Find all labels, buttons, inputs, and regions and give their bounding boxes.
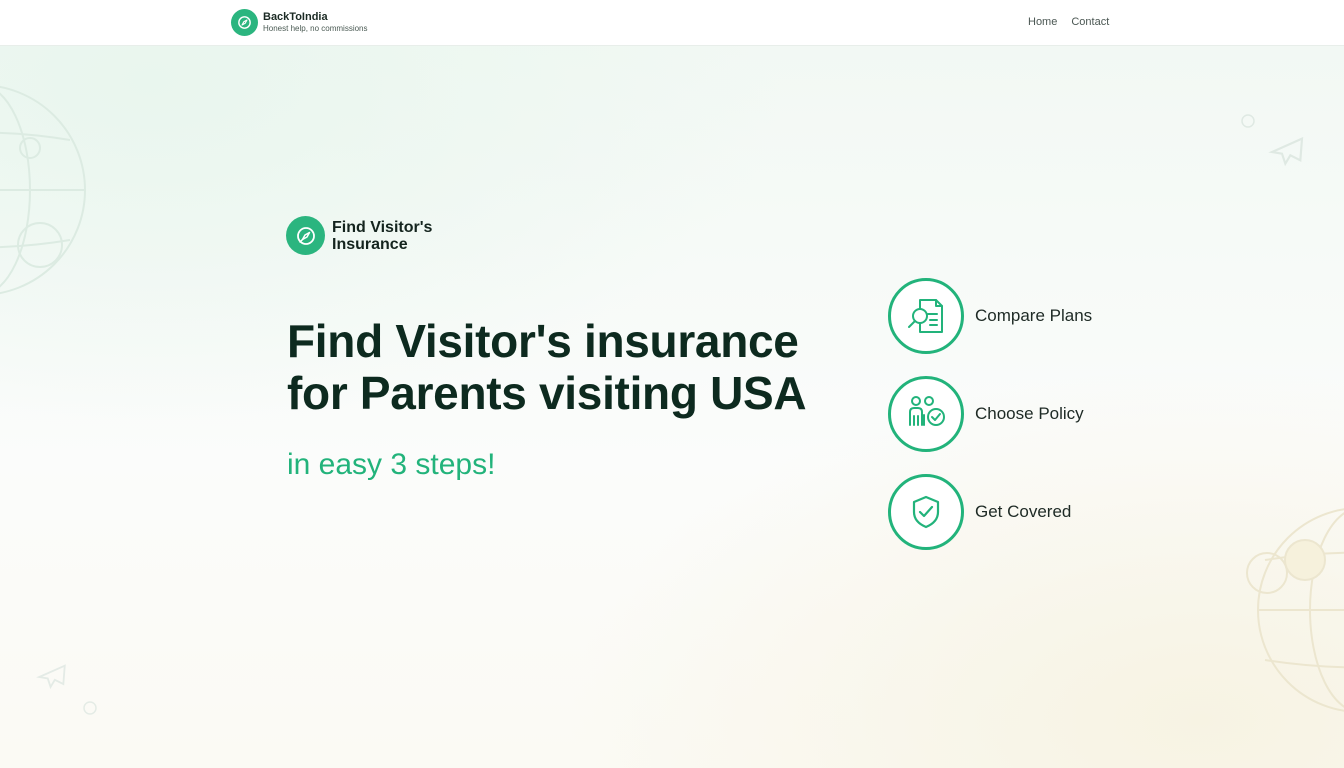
step-label-choose: Choose Policy <box>975 404 1084 423</box>
hero-badge: Find Visitor's Insurance <box>286 216 442 255</box>
magnifier-document-icon <box>888 278 964 354</box>
step-label-compare: Compare Plans <box>975 306 1093 325</box>
brand-home-link[interactable]: BackToIndia Honest help, no commissions <box>231 9 368 36</box>
compass-icon <box>286 216 325 255</box>
shield-check-icon <box>888 474 964 550</box>
step-compare-plans: Compare Plans <box>888 278 1092 354</box>
family-check-icon <box>888 376 964 452</box>
brand-name: BackToIndia <box>263 11 328 23</box>
hero-badge-label: Find Visitor's Insurance <box>332 218 433 253</box>
main-nav: Home Contact <box>1028 16 1109 28</box>
step-label-covered: Get Covered <box>975 502 1072 521</box>
globe-decoration-right <box>1246 508 1344 712</box>
step-choose-policy: Choose Policy <box>888 376 1092 452</box>
compass-icon <box>231 9 258 36</box>
step-get-covered: Get Covered <box>888 474 1092 550</box>
hero-subtitle: in easy 3 steps! <box>287 448 496 481</box>
plane-decoration-bottom <box>36 664 66 690</box>
ring-decoration-top <box>1241 114 1255 128</box>
ring-decoration-bottom <box>83 701 97 715</box>
plane-decoration-top <box>1268 136 1304 167</box>
steps-list: Compare Plans Choose Policy Get Covered <box>888 278 1092 572</box>
top-nav-bar: BackToIndia Honest help, no commissions … <box>0 0 1344 46</box>
globe-decoration-left <box>0 85 86 295</box>
hero-title: Find Visitor's insurance for Parents vis… <box>287 315 807 419</box>
nav-link-contact[interactable]: Contact <box>1071 16 1109 28</box>
nav-link-home[interactable]: Home <box>1028 16 1057 28</box>
brand-tagline: Honest help, no commissions <box>263 24 368 33</box>
